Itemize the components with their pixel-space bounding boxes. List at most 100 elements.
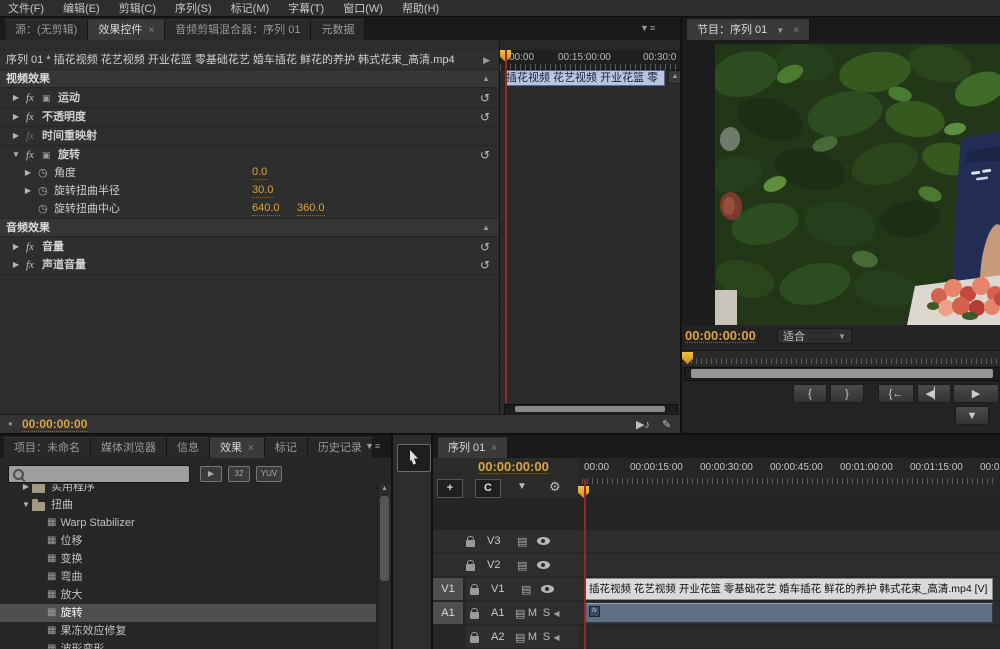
param-value[interactable]: 30.0: [252, 184, 273, 198]
toggle-output-icon[interactable]: [537, 537, 550, 545]
track-v2-lane[interactable]: [578, 554, 1000, 576]
menu-title[interactable]: 字幕(T): [288, 0, 324, 16]
add-marker-icon[interactable]: ▼: [517, 481, 527, 492]
32bit-filter-icon[interactable]: 32: [228, 466, 250, 482]
reset-icon[interactable]: ↺: [480, 108, 490, 126]
track-v3-lane[interactable]: [578, 530, 1000, 552]
close-icon[interactable]: ×: [793, 25, 799, 36]
tree-folder-utility[interactable]: ▶ 实用程序: [0, 484, 376, 496]
mute-button[interactable]: M: [525, 607, 539, 619]
step-back-button[interactable]: ◀▏: [917, 384, 951, 403]
reset-icon[interactable]: ↺: [480, 89, 490, 107]
write-keyframes-icon[interactable]: ✎: [662, 418, 671, 431]
twirl-icon[interactable]: ▶: [22, 182, 34, 200]
effect-row-twirl[interactable]: ▼ fx ▣ 旋转 ↺: [0, 146, 498, 165]
nest-icon[interactable]: C: [475, 479, 501, 498]
display-style-icon[interactable]: ▤: [515, 631, 525, 644]
program-timecode[interactable]: 00:00:00:00: [685, 329, 756, 343]
solo-button[interactable]: S: [539, 607, 553, 619]
tab-info[interactable]: 信息: [167, 437, 210, 458]
mark-out-button[interactable]: }: [830, 384, 864, 403]
reset-icon[interactable]: ↺: [480, 238, 490, 256]
scroll-up-icon[interactable]: ▲: [379, 484, 390, 494]
reset-icon[interactable]: ↺: [480, 146, 490, 164]
reset-icon[interactable]: ↺: [480, 256, 490, 274]
effect-row-opacity[interactable]: ▶ fx 不透明度 ↺: [0, 108, 498, 127]
audio-clip[interactable]: fx: [585, 603, 993, 623]
twirl-icon[interactable]: ▼: [20, 496, 32, 514]
toggle-output-icon[interactable]: [537, 561, 550, 569]
effect-row-volume[interactable]: ▶ fx 音量 ↺: [0, 238, 498, 257]
selection-tool[interactable]: [397, 444, 431, 472]
accelerated-effects-filter-icon[interactable]: ▶: [200, 466, 222, 482]
tree-item-offset[interactable]: ▦ 位移: [0, 532, 376, 550]
play-audio-icon[interactable]: ▶♪: [636, 418, 650, 431]
vertical-scrollbar[interactable]: ▲: [377, 484, 391, 649]
video-clip[interactable]: 插花视频 花艺视频 开业花篮 零基础花艺 婚车插花 鲜花的养护 韩式花束_高清.…: [585, 578, 993, 600]
timeline-ruler[interactable]: 00:00 00:00:15:00 00:00:30:00 00:00:45:0…: [578, 458, 1000, 498]
stopwatch-icon[interactable]: ◷: [38, 164, 54, 182]
lock-icon[interactable]: [470, 588, 479, 595]
toggle-output-icon[interactable]: [541, 585, 554, 593]
close-icon[interactable]: ×: [248, 443, 254, 454]
twirl-icon[interactable]: ▶: [10, 108, 22, 126]
twirl-icon[interactable]: ▶: [22, 164, 34, 182]
menu-marker[interactable]: 标记(M): [231, 0, 270, 16]
lock-icon[interactable]: [466, 540, 475, 547]
goto-in-button[interactable]: {←: [878, 384, 914, 403]
collapse-icon[interactable]: ▲: [482, 219, 490, 237]
source-patch-a1[interactable]: A1: [433, 602, 463, 624]
video-effects-header[interactable]: 视频效果 ▲: [0, 70, 498, 88]
timeline-timecode[interactable]: 00:00:00:00: [478, 460, 549, 474]
collapse-left-icon[interactable]: ◀: [553, 633, 559, 642]
tree-item-twirl-selected[interactable]: ▦ 旋转: [0, 604, 376, 622]
program-scrollbar[interactable]: [684, 367, 1000, 381]
lock-icon[interactable]: [466, 564, 475, 571]
source-patch-v1[interactable]: V1: [433, 578, 463, 600]
panel-menu-icon[interactable]: ▼≡: [365, 441, 381, 451]
tree-item-rolling-shutter[interactable]: ▦ 果冻效应修复: [0, 622, 376, 640]
twirl-icon[interactable]: ▶: [20, 484, 32, 496]
tab-source[interactable]: 源：(无剪辑): [5, 19, 88, 40]
effect-row-channel-volume[interactable]: ▶ fx 声道音量 ↺: [0, 256, 498, 275]
zoom-level-select[interactable]: 适合 ▼: [777, 328, 852, 344]
chevron-down-icon[interactable]: ▼: [776, 26, 784, 35]
tree-item-bend[interactable]: ▦ 弯曲: [0, 568, 376, 586]
effect-controls-timecode[interactable]: 00:00:00:00: [22, 418, 87, 432]
tab-effect-controls[interactable]: 效果控件×: [88, 19, 165, 40]
menu-window[interactable]: 窗口(W): [343, 0, 383, 16]
tree-item-magnify[interactable]: ▦ 放大: [0, 586, 376, 604]
mark-in-button[interactable]: {: [793, 384, 827, 403]
tree-item-wave-warp[interactable]: ▦ 波形变形: [0, 640, 376, 649]
param-value[interactable]: 360.0: [297, 202, 325, 216]
twirl-icon[interactable]: ▶: [10, 127, 22, 145]
tab-effects[interactable]: 效果×: [210, 437, 265, 458]
display-style-icon[interactable]: ▤: [517, 559, 527, 572]
yuv-filter-icon[interactable]: YUV: [256, 466, 282, 482]
tree-item-warp-stabilizer[interactable]: ▦ Warp Stabilizer: [0, 514, 376, 532]
audio-effects-header[interactable]: 音频效果 ▲: [0, 219, 498, 237]
menu-file[interactable]: 文件(F): [8, 0, 44, 16]
twirl-icon[interactable]: ▼: [10, 146, 22, 164]
track-a2-lane[interactable]: [578, 626, 1000, 648]
lock-icon[interactable]: [470, 636, 479, 643]
snap-icon[interactable]: +: [437, 479, 463, 498]
collapse-left-icon[interactable]: ◀: [553, 609, 559, 618]
mini-time-ruler[interactable]: 00:00 00:15:00:00 00:30:0: [500, 50, 681, 70]
effect-row-time-remap[interactable]: ▶ fx 时间重映射: [0, 127, 498, 146]
close-icon[interactable]: ×: [148, 25, 154, 36]
effect-row-motion[interactable]: ▶ fx ▣ 运动 ↺: [0, 89, 498, 108]
chevron-right-icon[interactable]: ▶: [483, 51, 490, 69]
tab-project[interactable]: 项目：未命名: [4, 437, 91, 458]
twirl-icon[interactable]: ▶: [10, 238, 22, 256]
tab-metadata[interactable]: 元数据: [311, 19, 365, 40]
twirl-icon[interactable]: ▶: [10, 256, 22, 274]
menu-edit[interactable]: 编辑(E): [63, 0, 100, 16]
tree-item-transform[interactable]: ▦ 变换: [0, 550, 376, 568]
param-value[interactable]: 0.0: [252, 166, 267, 180]
tab-program[interactable]: 节目：序列 01 ▼ ×: [687, 19, 810, 40]
program-time-ruler[interactable]: [682, 350, 1000, 366]
collapse-icon[interactable]: ▲: [482, 70, 490, 88]
scrollbar-thumb[interactable]: [380, 496, 389, 581]
tab-history[interactable]: 历史记录: [308, 437, 373, 458]
